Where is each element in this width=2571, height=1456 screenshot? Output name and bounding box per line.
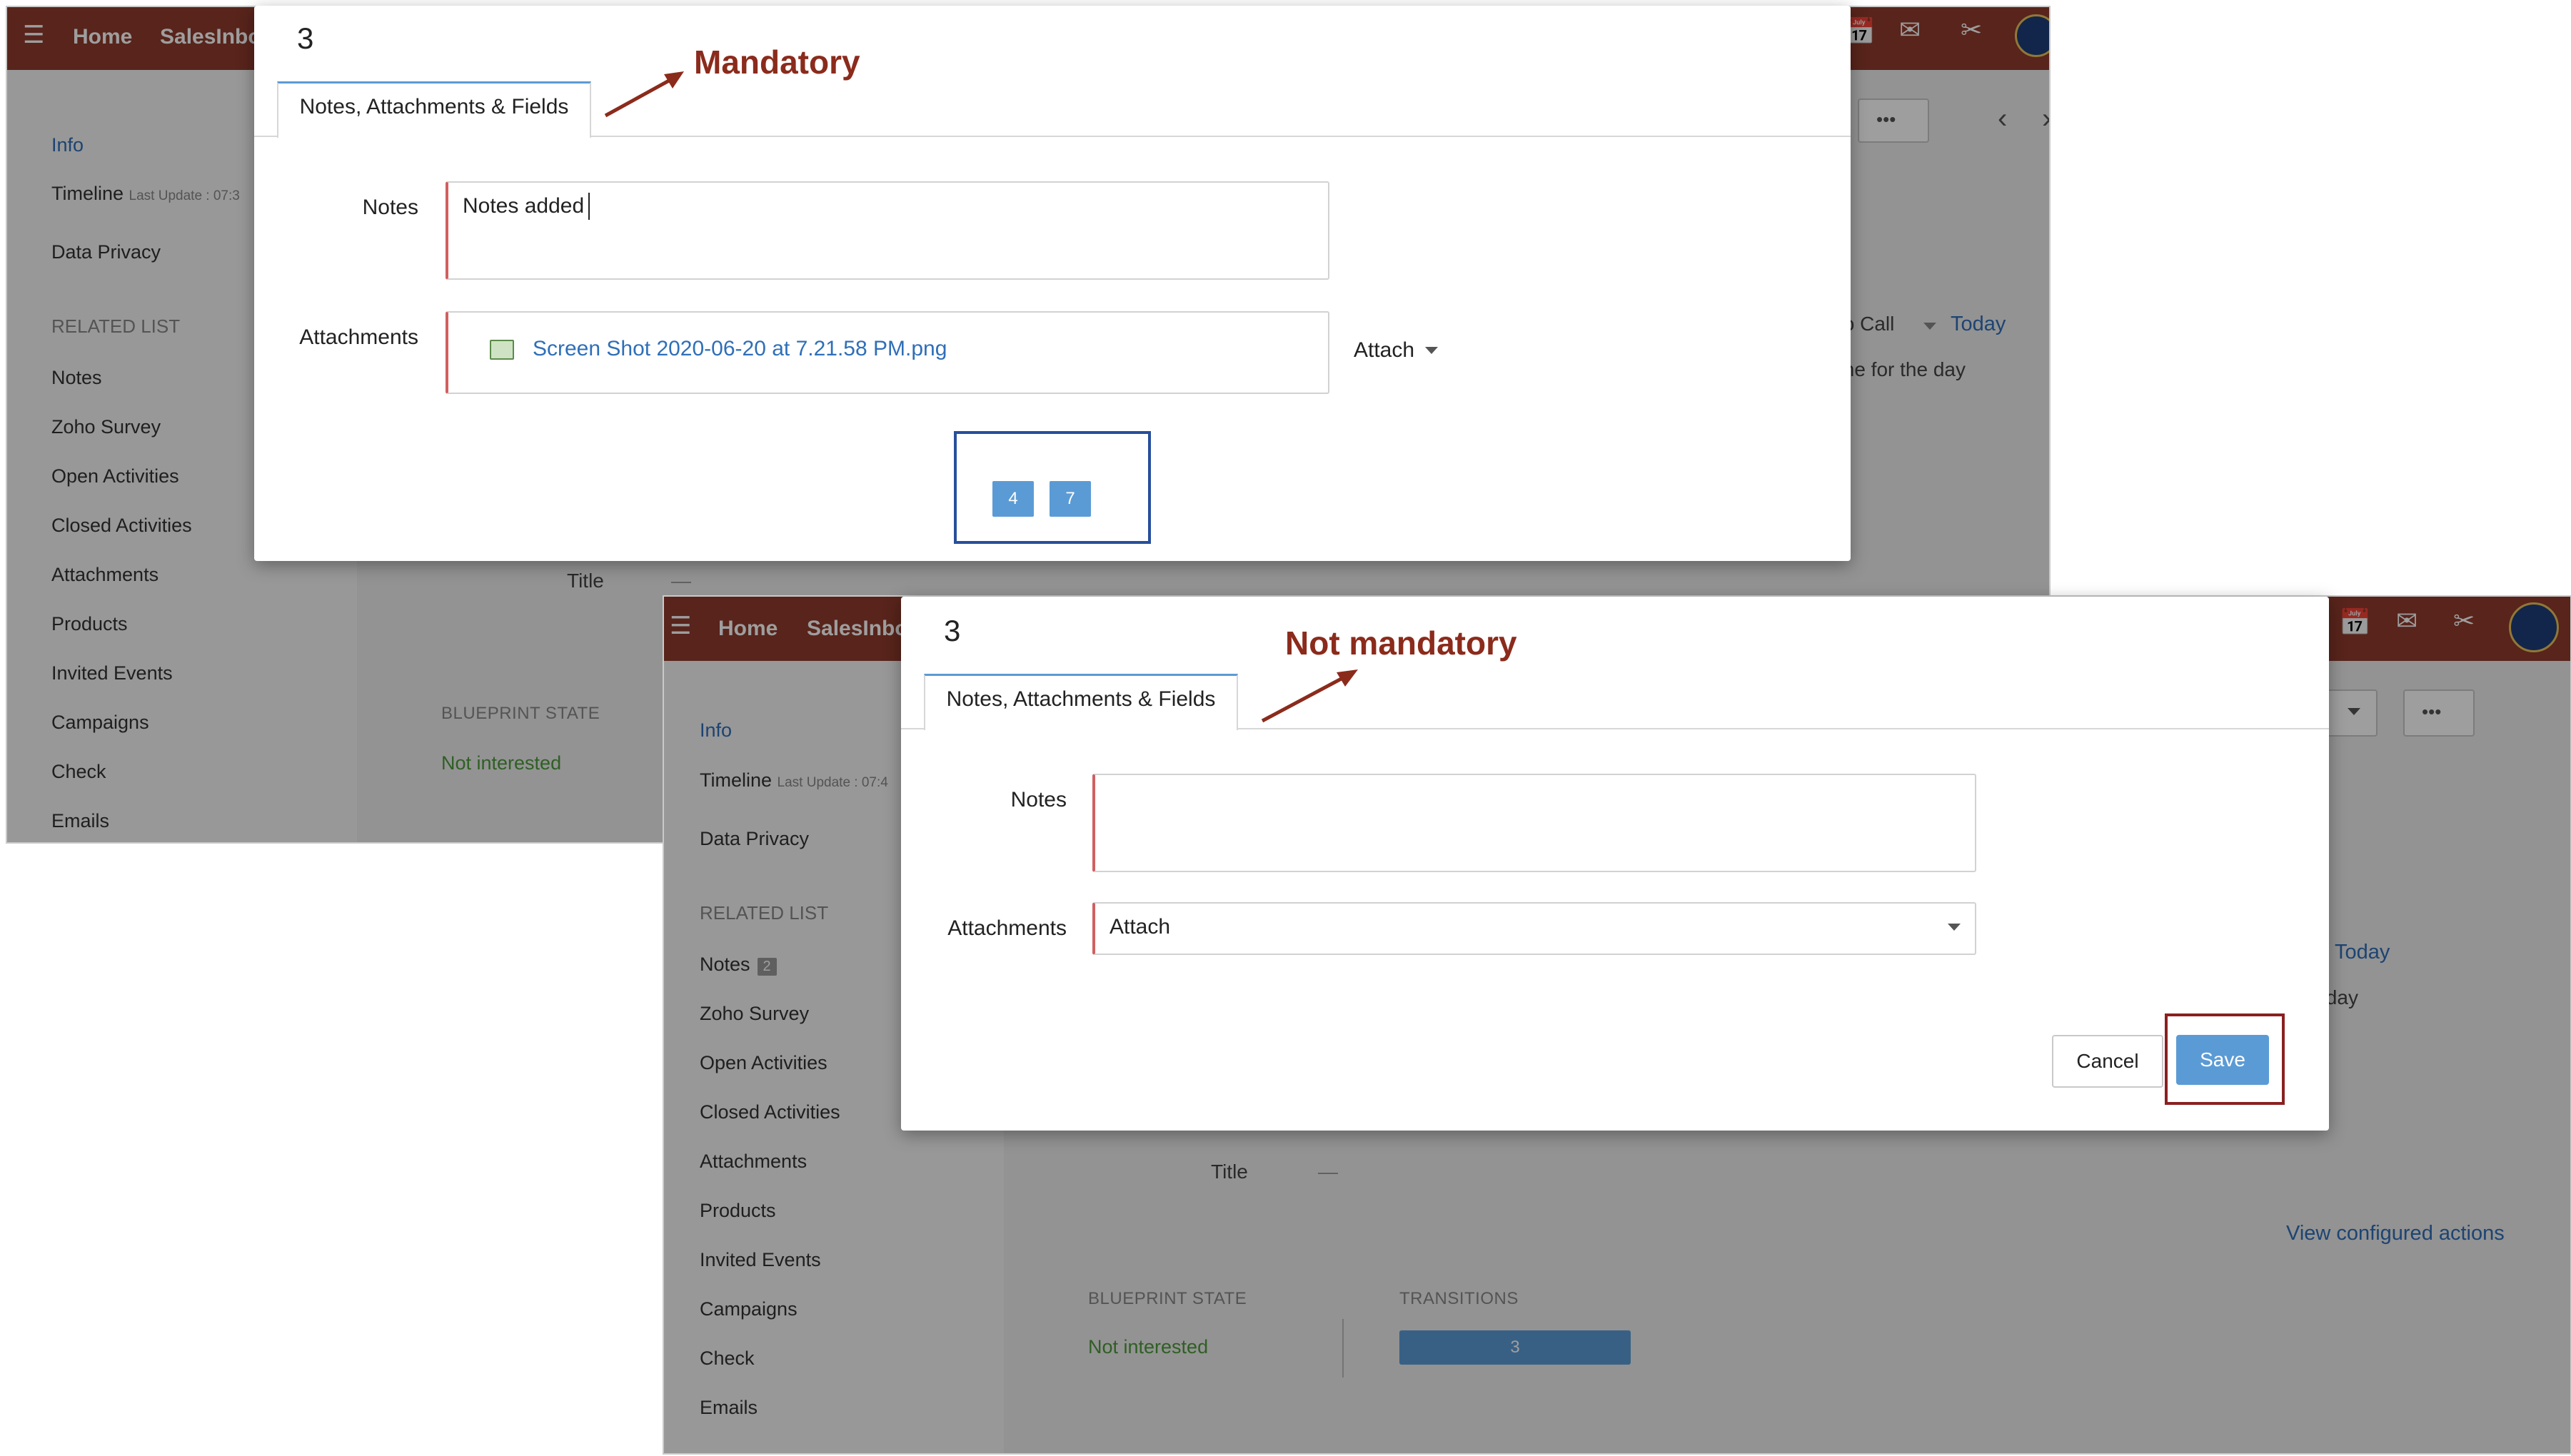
annotation-arrow-not-mandatory [1261, 669, 1358, 723]
